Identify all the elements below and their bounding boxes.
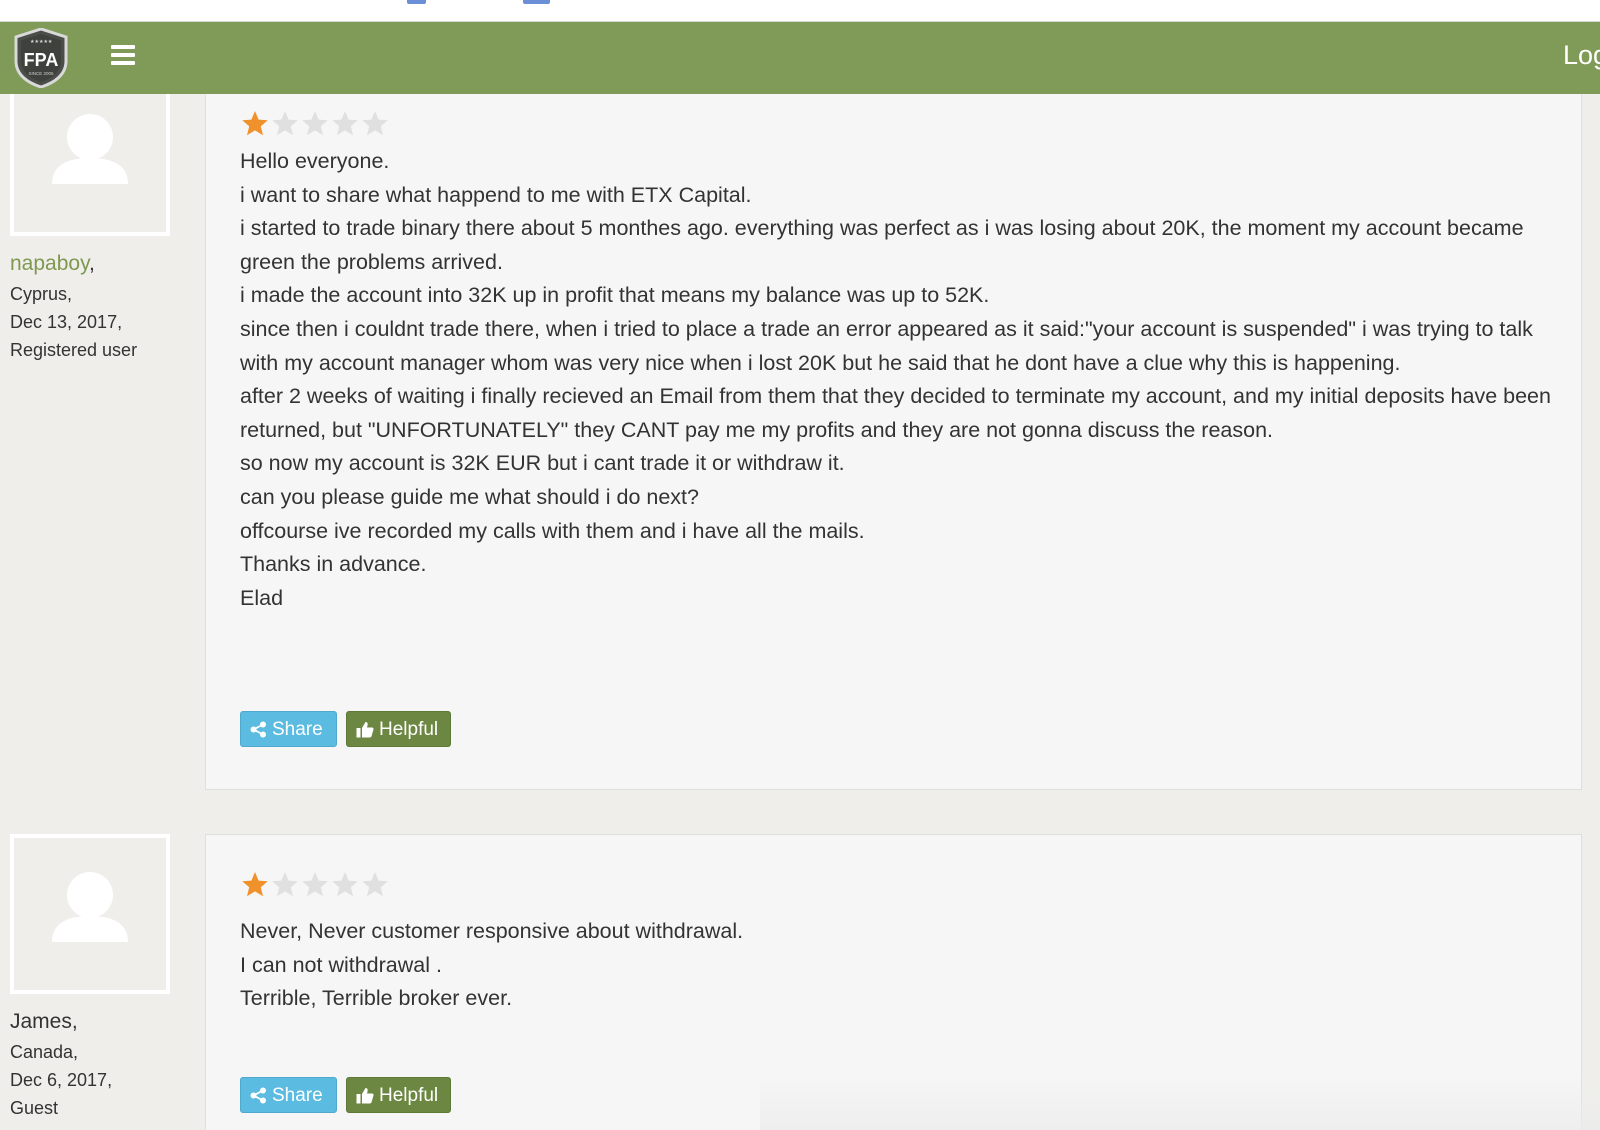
author-user-type: Guest: [10, 1098, 59, 1118]
star-rating: [240, 870, 390, 900]
review-paragraph: offcourse ive recorded my calls with the…: [240, 518, 865, 543]
username-separator: ,: [89, 252, 95, 275]
reviews-list: napaboy, Cyprus, Dec 13, 2017, Registere…: [0, 94, 1600, 1130]
fpa-logo[interactable]: ★★★★★ FPA SINCE 2005: [13, 27, 69, 89]
star-filled-icon: [242, 111, 268, 136]
review-paragraph: Never, Never customer responsive about w…: [240, 919, 744, 943]
review-paragraph: i want to share what happend to me with …: [240, 182, 752, 207]
star-empty-icon: [302, 111, 328, 136]
star-empty-icon: [332, 872, 358, 897]
svg-text:★★★★★: ★★★★★: [30, 39, 53, 45]
review-author: James,: [10, 1010, 78, 1034]
review-paragraph: Elad: [240, 585, 284, 610]
author-user-type: Registered user: [10, 340, 138, 360]
site-header: ★★★★★ FPA SINCE 2005 Log: [0, 22, 1600, 94]
review-card: Hello everyone. i want to share what happ…: [205, 94, 1582, 790]
star-empty-icon: [272, 111, 298, 136]
author-country: Canada,: [10, 1042, 79, 1062]
thumbs-up-icon: [356, 722, 374, 738]
helpful-label: Helpful: [379, 719, 439, 740]
username-link[interactable]: napaboy: [10, 252, 89, 275]
share-button[interactable]: Share: [240, 1077, 337, 1113]
review-author-meta: Cyprus, Dec 13, 2017, Registered user: [10, 280, 137, 364]
helpful-button[interactable]: Helpful: [346, 1077, 451, 1113]
browser-tab-indicator-active: [523, 0, 550, 4]
share-icon: [250, 721, 266, 738]
fpa-shield-icon: ★★★★★ FPA SINCE 2005: [14, 27, 68, 89]
user-placeholder-icon: [52, 872, 128, 942]
review-paragraph: can you please guide me what should i do…: [240, 484, 699, 509]
review-author: napaboy,: [10, 252, 95, 276]
share-button[interactable]: Share: [240, 711, 337, 747]
star-rating: [240, 109, 390, 139]
review-paragraph: after 2 weeks of waiting i finally recie…: [240, 384, 1551, 442]
thumbs-up-icon: [356, 1088, 374, 1104]
star-empty-icon: [362, 872, 388, 897]
star-empty-icon: [362, 111, 388, 136]
star-empty-icon: [272, 872, 298, 897]
hamburger-menu-icon[interactable]: [111, 45, 135, 69]
login-link[interactable]: Log: [1563, 40, 1600, 71]
svg-text:SINCE 2005: SINCE 2005: [28, 71, 54, 76]
browser-tab-indicator: [407, 0, 426, 4]
review-text: Hello everyone. i want to share what happ…: [240, 145, 1560, 615]
review-paragraph: i made the account into 32K up in profit…: [240, 283, 990, 308]
review-author-meta: Canada, Dec 6, 2017, Guest: [10, 1038, 112, 1122]
review-paragraph: I can not withdrawal .: [240, 952, 442, 977]
browser-toolbar-strip: [0, 0, 1600, 22]
helpful-button[interactable]: Helpful: [346, 711, 451, 747]
review-card: Never, Never customer responsive about w…: [205, 834, 1582, 1130]
share-label: Share: [272, 719, 323, 740]
svg-text:FPA: FPA: [24, 50, 59, 70]
username-text: James,: [10, 1010, 78, 1033]
avatar: [10, 834, 170, 994]
star-filled-icon: [242, 872, 268, 897]
review-date: Dec 13, 2017,: [10, 312, 123, 332]
star-empty-icon: [302, 872, 328, 897]
review-paragraph: Hello everyone.: [240, 149, 390, 173]
review-paragraph: so now my account is 32K EUR but i cant …: [240, 451, 845, 476]
review-paragraph: Terrible, Terrible broker ever.: [240, 986, 513, 1011]
avatar: [10, 94, 170, 236]
share-label: Share: [272, 1085, 323, 1106]
review-text: Never, Never customer responsive about w…: [240, 915, 1560, 1016]
review-paragraph: Thanks in advance.: [240, 552, 427, 577]
share-icon: [250, 1087, 266, 1104]
user-placeholder-icon: [52, 114, 128, 184]
review-date: Dec 6, 2017,: [10, 1070, 113, 1090]
review-paragraph: i started to trade binary there about 5 …: [240, 216, 1524, 274]
helpful-label: Helpful: [379, 1085, 439, 1106]
review-paragraph: since then i couldnt trade there, when i…: [240, 316, 1533, 375]
author-country: Cyprus,: [10, 284, 73, 304]
star-empty-icon: [332, 111, 358, 136]
